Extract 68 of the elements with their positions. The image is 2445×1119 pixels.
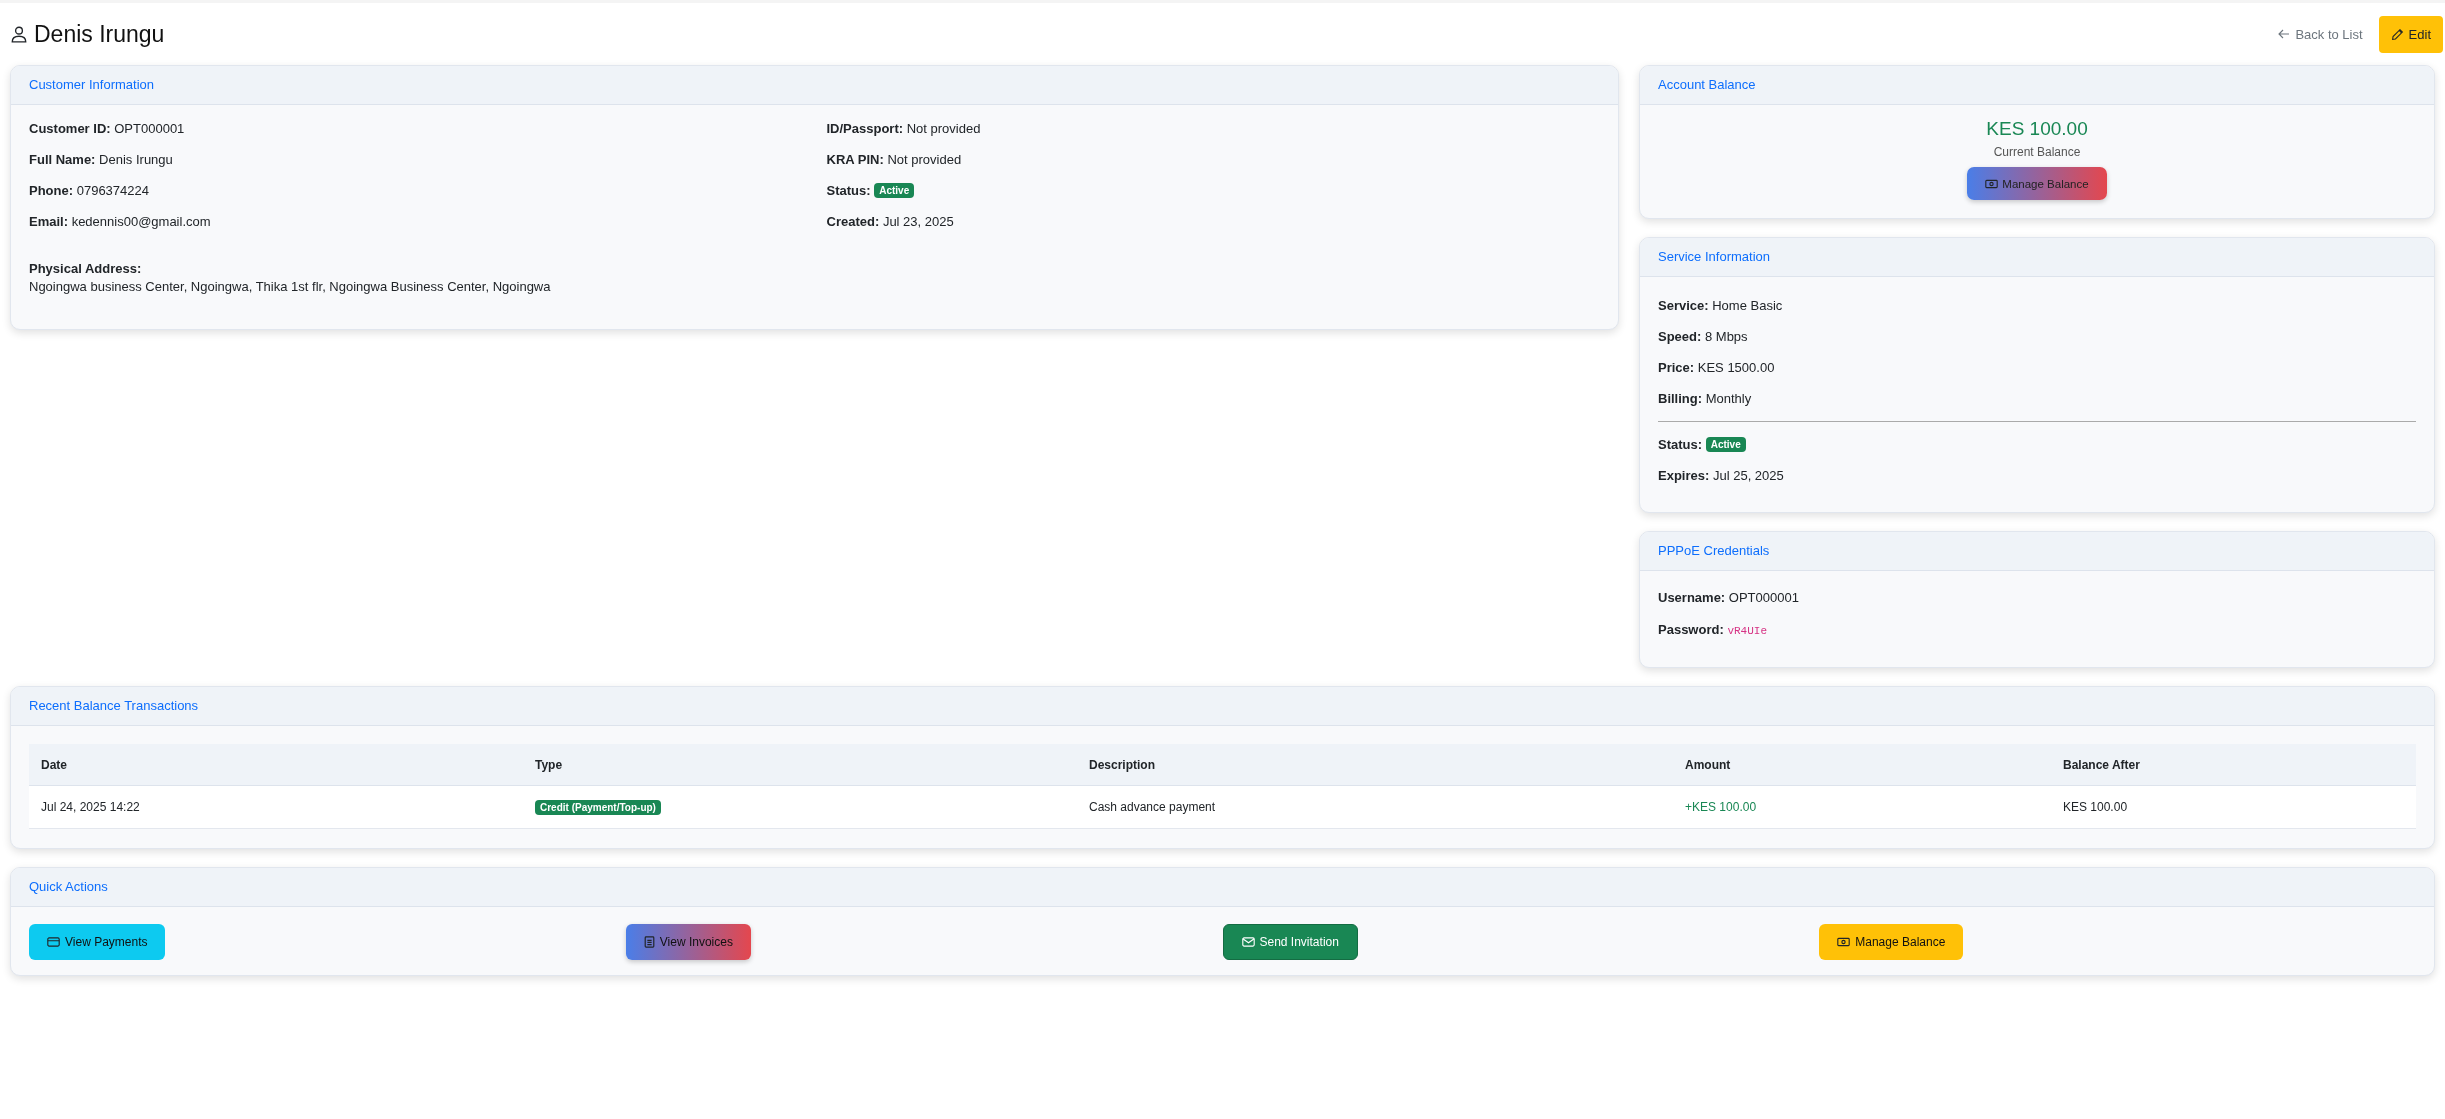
balance-caption: Current Balance	[1993, 145, 2081, 159]
envelope-icon	[1241, 937, 1255, 947]
field-value: kedennis00@gmail.com	[71, 214, 211, 229]
left-arrow-icon	[2278, 29, 2291, 39]
field-value: Not provided	[887, 152, 962, 167]
field-value: Home Basic	[1712, 298, 1783, 313]
card-title: Customer Information	[29, 77, 154, 92]
credit-card-icon	[47, 937, 60, 947]
table-cell: KES 100.00	[2063, 800, 2128, 814]
field-value: Denis Irungu	[99, 152, 173, 167]
field-label: Customer ID:	[29, 121, 111, 136]
field-label: Created:	[826, 214, 880, 229]
balance-amount: KES 100.00	[1986, 117, 2088, 141]
field-label: Expires:	[1658, 468, 1710, 483]
column-header: Type	[535, 757, 563, 772]
field-value: Monthly	[1705, 391, 1752, 406]
edit-button[interactable]: Edit	[2378, 15, 2443, 53]
field-value: Jul 25, 2025	[1712, 468, 1784, 483]
user-icon	[10, 25, 28, 43]
cash-icon	[1985, 178, 1999, 189]
field-label: Full Name:	[29, 152, 96, 167]
status-badge: Active	[874, 183, 915, 198]
payments-button[interactable]: View Payments	[29, 924, 166, 960]
field-label: Username:	[1658, 590, 1726, 605]
column-header: Balance After	[2063, 757, 2140, 772]
address-text: Ngoingwa business Center, Ngoingwa, Thika 1st flr, Ngoingwa Business Center, Ngoingwa	[29, 278, 552, 296]
column-header: Amount	[1685, 757, 1731, 772]
field-label: Physical Address:	[29, 261, 142, 276]
pencil-icon	[2390, 27, 2404, 41]
cash-icon	[1837, 937, 1851, 947]
card-title: Quick Actions	[29, 879, 108, 894]
manage-balance-button[interactable]: Manage Balance	[1819, 924, 1964, 960]
field-label: ID/Passport:	[826, 121, 904, 136]
status-badge: Active	[1705, 437, 1746, 452]
back-to-list-link[interactable]: Back to List	[2278, 26, 2363, 42]
table-cell: +KES 100.00	[1685, 800, 1757, 814]
page-title: Denis Irungu	[34, 20, 165, 48]
field-value: 8 Mbps	[1704, 329, 1748, 344]
field-value: Jul 23, 2025	[882, 214, 954, 229]
card-title: PPPoE Credentials	[1658, 543, 1770, 558]
field-label: Speed:	[1658, 329, 1702, 344]
table-cell: Jul 24, 2025 14:22	[41, 800, 140, 814]
field-value: 0796374224	[76, 183, 149, 198]
field-label: Email:	[29, 214, 68, 229]
card-title: Service Information	[1658, 249, 1770, 264]
field-value: Not provided	[906, 121, 981, 136]
column-header: Description	[1089, 757, 1155, 772]
manage-balance-button[interactable]: Manage Balance	[1967, 167, 2107, 200]
field-label: Status:	[1658, 437, 1703, 452]
invoices-button[interactable]: View Invoices	[625, 924, 751, 960]
column-header: Date	[41, 757, 67, 772]
field-value: OPT000001	[114, 121, 185, 136]
field-label: Phone:	[29, 183, 74, 198]
send-invitation-button[interactable]: Send Invitation	[1222, 924, 1358, 960]
card-title: Account Balance	[1658, 77, 1756, 92]
field-value: OPT000001	[1728, 590, 1799, 605]
field-value: vR4UIe	[1727, 625, 1767, 637]
table-cell: Cash advance payment	[1089, 800, 1216, 814]
field-label: Status:	[826, 183, 871, 198]
type-badge: Credit (Payment/Top-up)	[535, 799, 661, 815]
field-label: Price:	[1658, 360, 1695, 375]
field-value: KES 1500.00	[1697, 360, 1775, 375]
card-title: Recent Balance Transactions	[29, 698, 199, 713]
document-icon	[643, 936, 655, 948]
field-label: Billing:	[1658, 391, 1703, 406]
field-label: Service:	[1658, 298, 1709, 313]
field-label: KRA PIN:	[826, 152, 884, 167]
field-label: Password:	[1658, 622, 1724, 637]
